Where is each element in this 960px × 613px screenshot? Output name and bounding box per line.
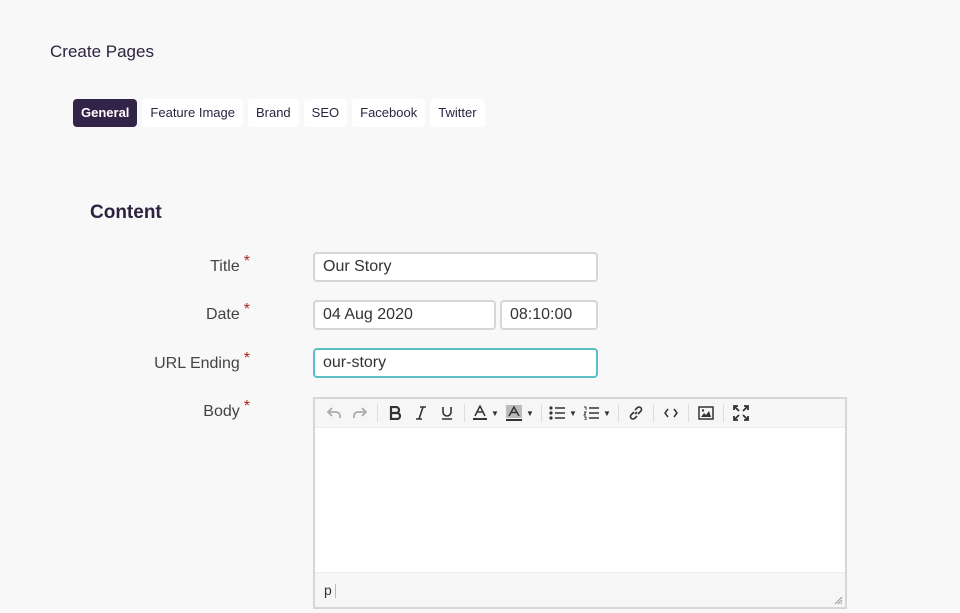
editor-toolbar: ▼ ▼ ▼ ▼ [315,399,845,428]
tab-general[interactable]: General [73,99,138,127]
text-color-icon[interactable]: ▼ [469,401,503,425]
editor-content-area[interactable] [315,428,845,571]
code-icon[interactable] [658,401,684,425]
section-heading: Content [90,202,162,223]
toolbar-separator [688,404,689,422]
required-marker: * [243,350,250,367]
tab-bar: General Feature Image Brand SEO Facebook… [73,99,485,127]
toolbar-separator [618,404,619,422]
numbered-list-icon[interactable]: ▼ [580,401,614,425]
date-label-text: Date [205,306,240,323]
italic-icon[interactable] [408,401,434,425]
tab-brand[interactable]: Brand [247,99,299,127]
underline-icon[interactable] [434,401,460,425]
resize-handle-icon[interactable] [833,595,843,605]
toolbar-separator [541,404,542,422]
required-marker: * [243,253,250,270]
rich-text-editor: ▼ ▼ ▼ ▼ p [313,397,847,609]
title-input[interactable]: Our Story [313,252,598,282]
tab-facebook[interactable]: Facebook [352,99,426,127]
bold-icon[interactable] [382,401,408,425]
body-label: Body * [0,398,250,421]
title-label-text: Title [210,258,240,275]
toolbar-separator [464,404,465,422]
tab-twitter[interactable]: Twitter [430,99,485,127]
link-icon[interactable] [623,401,649,425]
tab-seo[interactable]: SEO [303,99,348,127]
toolbar-separator [723,404,724,422]
element-path[interactable]: p [324,582,332,598]
toolbar-separator [653,404,654,422]
background-color-icon[interactable]: ▼ [503,401,537,425]
url-label-text: URL Ending [154,355,240,372]
editor-statusbar: p [315,572,845,607]
image-icon[interactable] [693,401,719,425]
body-label-text: Body [203,403,240,420]
required-marker: * [243,398,250,415]
tab-feature-image[interactable]: Feature Image [142,99,243,127]
toolbar-separator [377,404,378,422]
title-label: Title * [0,253,250,276]
url-label: URL Ending * [0,350,250,373]
bullet-list-icon[interactable]: ▼ [546,401,580,425]
fullscreen-icon[interactable] [728,401,754,425]
time-input[interactable]: 08:10:00 [500,300,598,330]
undo-icon[interactable] [321,401,347,425]
url-ending-input[interactable]: our-story [313,348,598,378]
redo-icon[interactable] [347,401,373,425]
path-divider [334,584,336,599]
date-label: Date * [0,301,250,324]
date-input[interactable]: 04 Aug 2020 [313,300,496,330]
page-title: Create Pages [50,42,154,61]
required-marker: * [243,301,250,318]
